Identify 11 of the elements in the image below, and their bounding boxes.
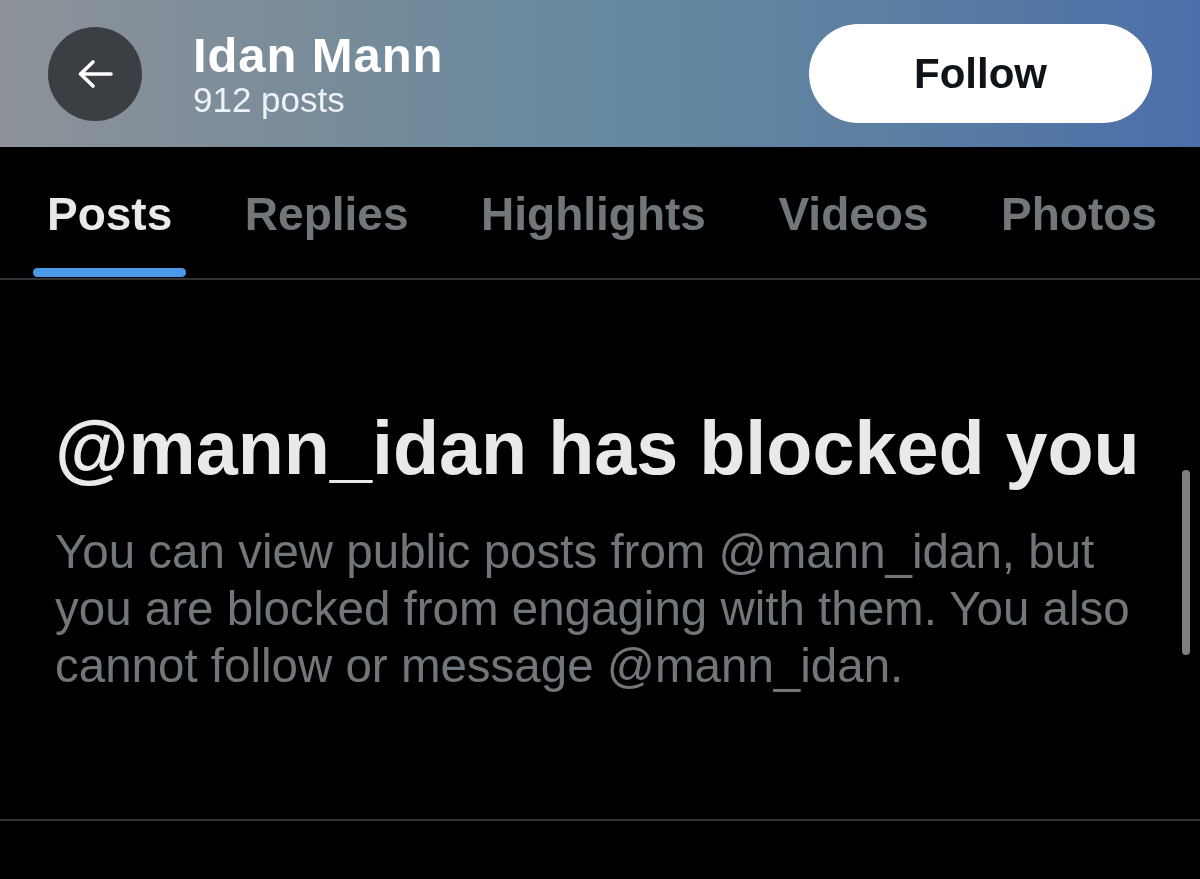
profile-name: Idan Mann [193,28,445,81]
profile-tab[interactable]: Highlights [467,147,720,278]
back-arrow-icon [77,58,113,89]
blocked-message: You can view public posts from @mann_idan, but you are blocked from engaging with them. You also cannot follow or message @mann_idan. [55,524,1131,694]
profile-tab[interactable]: Replies [230,147,423,278]
profile-tab[interactable]: Photos [987,147,1171,278]
blocked-heading: @mann_idan has blocked you [55,405,1141,491]
profile-tab[interactable]: Videos [764,147,943,278]
profile-tab[interactable]: Posts [33,147,187,278]
follow-button[interactable]: Follow [809,24,1152,123]
post-count: 912 posts [193,80,346,119]
